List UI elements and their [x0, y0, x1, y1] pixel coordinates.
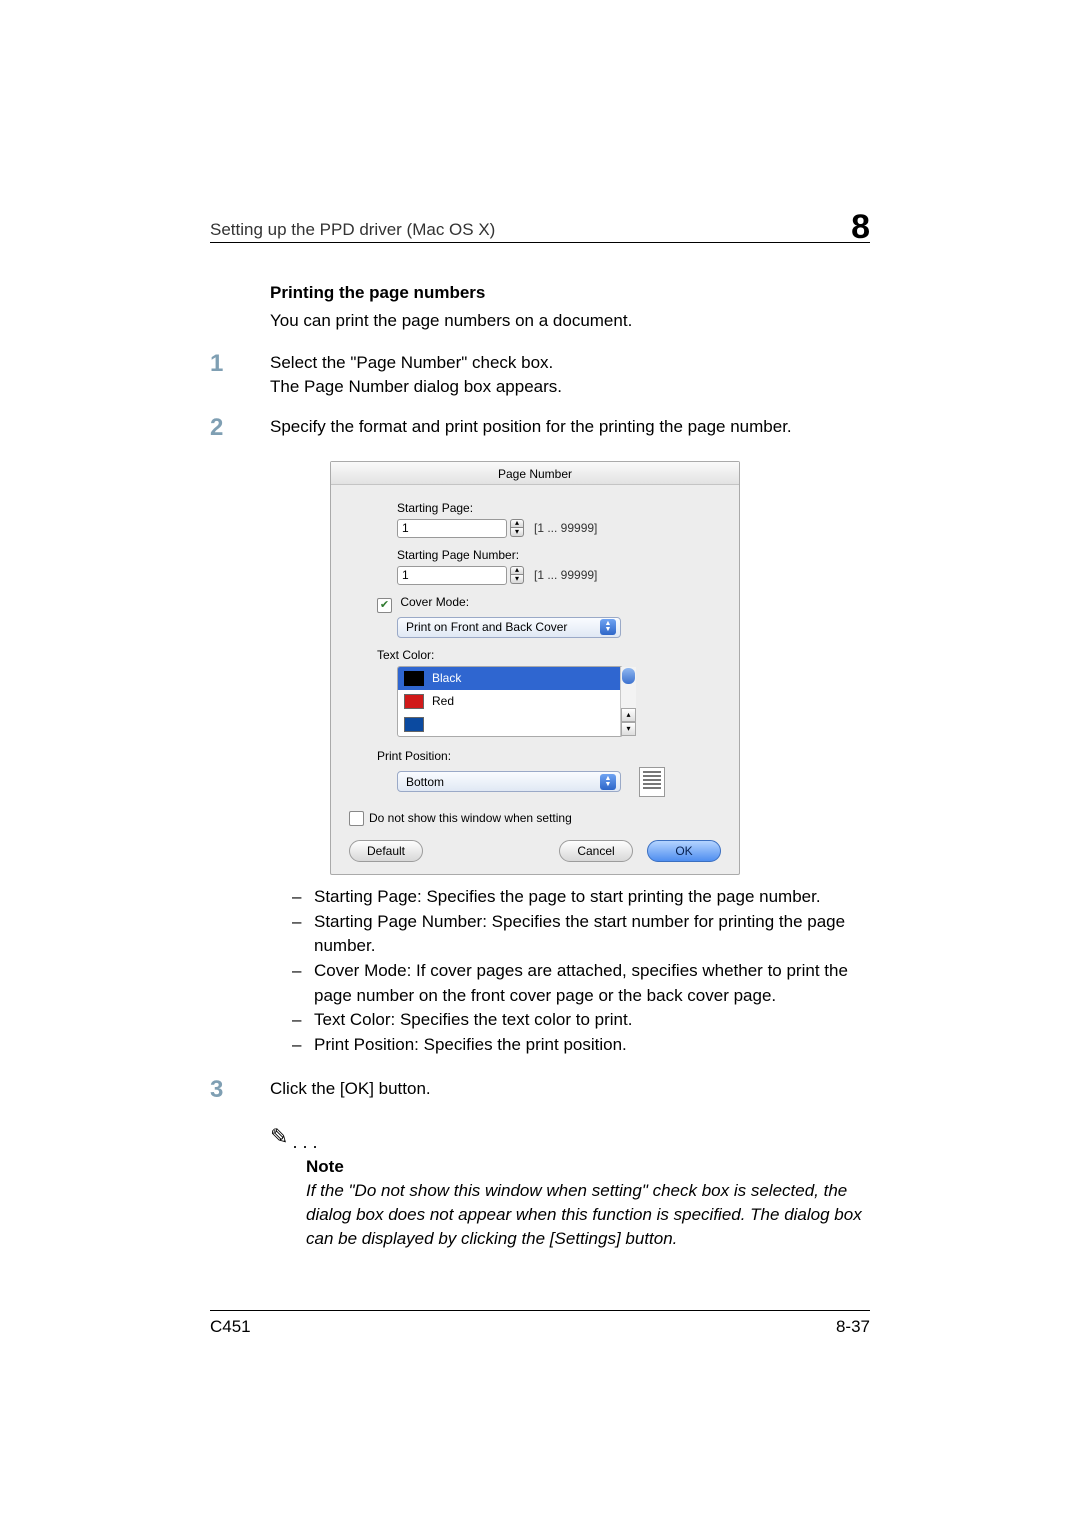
bullet-text: Cover Mode: If cover pages are attached,… [314, 959, 870, 1008]
starting-page-number-stepper[interactable]: ▴ ▾ [397, 566, 524, 585]
dropdown-arrows-icon: ▲▼ [600, 619, 616, 635]
step-number: 1 [210, 351, 270, 377]
step-text: The Page Number dialog box appears. [270, 375, 870, 399]
step-number: 3 [210, 1077, 270, 1103]
dropdown-arrows-icon: ▲▼ [600, 774, 616, 790]
starting-page-number-label: Starting Page Number: [397, 548, 721, 562]
chapter-number: 8 [851, 210, 870, 244]
page-header: Setting up the PPD driver (Mac OS X) 8 [210, 210, 870, 243]
text-color-option-red[interactable]: Red [398, 690, 622, 713]
cover-mode-value: Print on Front and Back Cover [406, 620, 600, 634]
section-intro: You can print the page numbers on a docu… [270, 311, 870, 331]
step-1: 1 Select the "Page Number" check box. Th… [210, 351, 870, 399]
option-label: Red [432, 694, 454, 708]
starting-page-range: [1 ... 99999] [534, 521, 597, 535]
list-scrollbar[interactable]: ▴ ▾ [620, 667, 636, 736]
cover-mode-checkbox[interactable] [377, 598, 392, 613]
text-color-option-black[interactable]: Black [398, 667, 622, 690]
step-3: 3 Click the [OK] button. [210, 1077, 870, 1103]
cover-mode-label: Cover Mode: [400, 595, 469, 609]
starting-page-stepper[interactable]: ▴ ▾ [397, 519, 524, 538]
scroll-thumb[interactable] [622, 668, 635, 684]
swatch-icon [404, 694, 424, 709]
section-heading: Printing the page numbers [270, 283, 870, 303]
note-label: Note [306, 1157, 870, 1177]
swatch-icon [404, 671, 424, 686]
print-position-preview-icon [639, 767, 665, 797]
scroll-up-icon[interactable]: ▴ [621, 708, 636, 722]
footer-right: 8-37 [836, 1317, 870, 1337]
print-position-select[interactable]: Bottom ▲▼ [397, 771, 621, 792]
stepper-down-icon[interactable]: ▾ [510, 528, 524, 537]
ellipsis-icon: . . . [288, 1132, 317, 1152]
print-position-label: Print Position: [377, 749, 721, 763]
bullet-text: Text Color: Specifies the text color to … [314, 1008, 870, 1033]
step-text: Click the [OK] button. [270, 1077, 870, 1101]
do-not-show-checkbox[interactable] [349, 811, 364, 826]
text-color-option-extra[interactable] [398, 713, 622, 736]
dialog-figure: Page Number Starting Page: ▴ ▾ [330, 461, 870, 875]
step-2: 2 Specify the format and print position … [210, 415, 870, 441]
cancel-button[interactable]: Cancel [559, 840, 633, 862]
bullet-text: Print Position: Specifies the print posi… [314, 1033, 870, 1058]
swatch-icon [404, 717, 424, 732]
stepper-down-icon[interactable]: ▾ [510, 575, 524, 584]
scroll-down-icon[interactable]: ▾ [621, 722, 636, 736]
bullet-text: Starting Page: Specifies the page to sta… [314, 885, 870, 910]
cover-mode-select[interactable]: Print on Front and Back Cover ▲▼ [397, 617, 621, 638]
starting-page-number-range: [1 ... 99999] [534, 568, 597, 582]
note-icon: ✎ [270, 1124, 288, 1150]
starting-page-input[interactable] [397, 519, 507, 538]
starting-page-number-input[interactable] [397, 566, 507, 585]
text-color-label: Text Color: [377, 648, 721, 662]
page-number-dialog: Page Number Starting Page: ▴ ▾ [330, 461, 740, 875]
default-button[interactable]: Default [349, 840, 423, 862]
header-title: Setting up the PPD driver (Mac OS X) [210, 220, 495, 240]
print-position-value: Bottom [406, 775, 600, 789]
bullet-text: Starting Page Number: Specifies the star… [314, 910, 870, 959]
dialog-title: Page Number [331, 462, 739, 485]
text-color-list[interactable]: Black Red [397, 666, 623, 737]
step-text: Specify the format and print position fo… [270, 415, 870, 439]
do-not-show-label: Do not show this window when setting [369, 811, 572, 825]
note-body: If the "Do not show this window when set… [306, 1179, 870, 1250]
step-text: Select the "Page Number" check box. [270, 351, 870, 375]
ok-button[interactable]: OK [647, 840, 721, 862]
footer-left: C451 [210, 1317, 251, 1337]
step-number: 2 [210, 415, 270, 441]
starting-page-label: Starting Page: [397, 501, 721, 515]
field-descriptions: –Starting Page: Specifies the page to st… [292, 885, 870, 1057]
option-label: Black [432, 671, 461, 685]
page-footer: C451 8-37 [210, 1310, 870, 1337]
